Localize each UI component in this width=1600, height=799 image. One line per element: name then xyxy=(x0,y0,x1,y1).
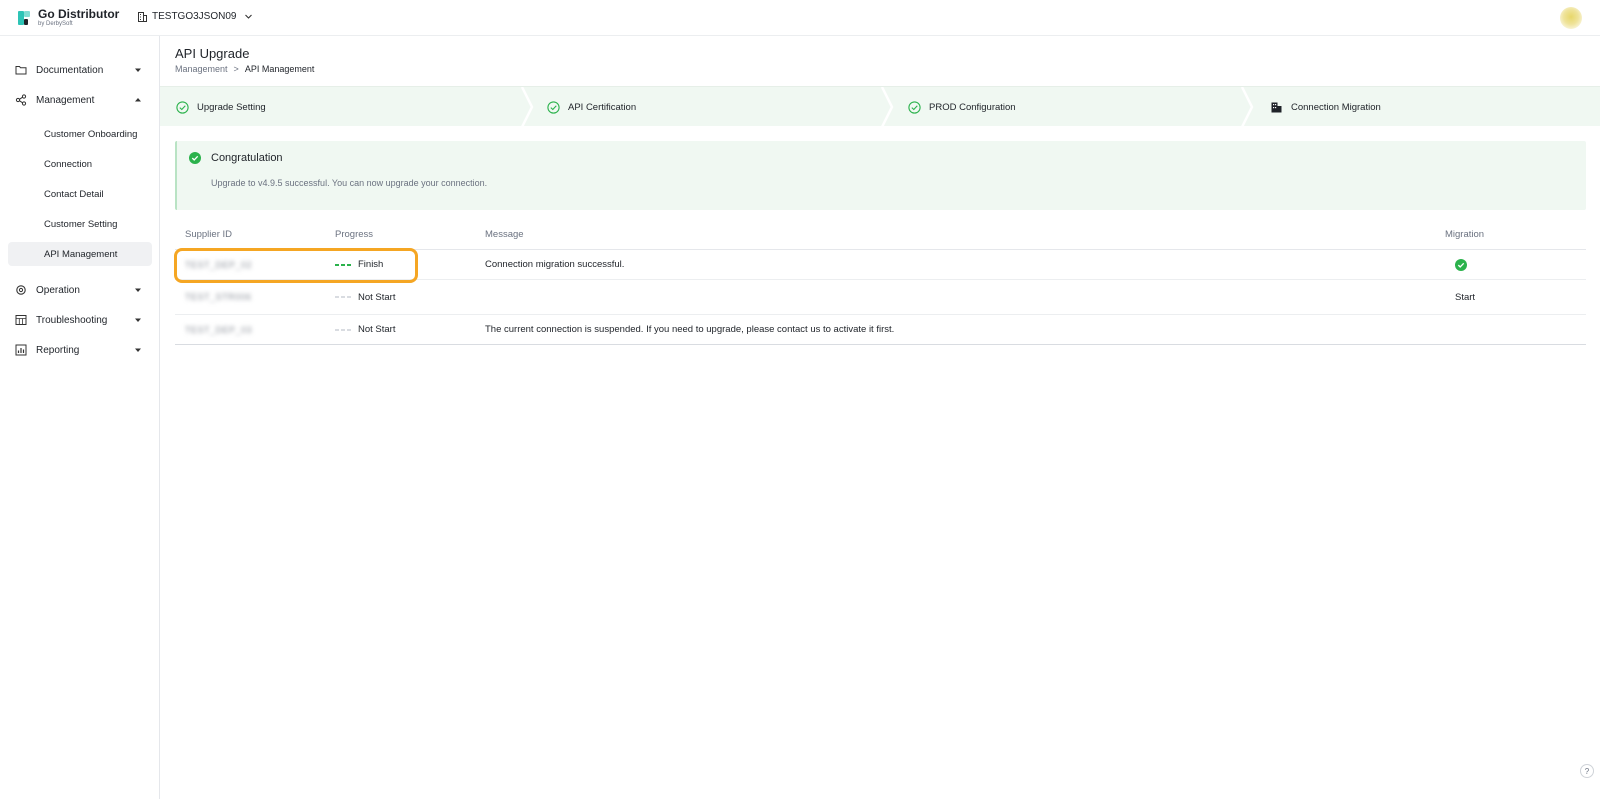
sidebar-item-label: Operation xyxy=(36,284,80,296)
folder-icon xyxy=(15,66,27,75)
check-circle-filled-icon xyxy=(189,152,201,164)
check-circle-icon xyxy=(908,100,921,114)
upgrade-steps: Upgrade Setting API Certification PROD C… xyxy=(160,86,1600,127)
column-header-migration: Migration xyxy=(1445,229,1485,240)
step-label: PROD Configuration xyxy=(929,101,1016,113)
sidebar-item-label: Management xyxy=(36,94,95,106)
breadcrumb: Management > API Management xyxy=(175,64,314,74)
supplier-id-blurred: TEST_STR006 xyxy=(185,292,252,302)
breadcrumb-current: API Management xyxy=(244,64,315,74)
app-name: Go Distributor xyxy=(38,7,120,21)
step-connection-migration[interactable]: Connection Migration xyxy=(1270,87,1381,127)
sidebar-subitem-customer-onboarding[interactable]: Customer Onboarding xyxy=(8,122,152,146)
sidebar-subitem-label: Contact Detail xyxy=(44,188,104,200)
sidebar-subitem-contact-detail[interactable]: Contact Detail xyxy=(8,182,152,206)
sidebar-subitem-connection[interactable]: Connection xyxy=(8,152,152,176)
sidebar-item-reporting[interactable]: Reporting xyxy=(0,336,160,364)
column-header-progress: Progress xyxy=(335,229,374,240)
sidebar-item-management[interactable]: Management xyxy=(0,86,160,114)
caret-down-icon xyxy=(135,348,141,352)
start-migration-button[interactable]: Start xyxy=(1455,292,1475,303)
column-header-supplier-id: Supplier ID xyxy=(185,229,232,240)
table-row: TEST_DEP_03 Not Start The current connec… xyxy=(175,315,1586,345)
help-button[interactable]: ? xyxy=(1580,764,1594,778)
step-api-certification[interactable]: API Certification xyxy=(547,87,636,127)
building-icon xyxy=(138,11,147,22)
highlight-box xyxy=(174,248,418,283)
sidebar-item-troubleshooting[interactable]: Troubleshooting xyxy=(0,306,160,334)
building-icon xyxy=(1271,102,1282,112)
progress-label: Not Start xyxy=(358,291,396,303)
progress-bar xyxy=(335,296,351,298)
step-divider xyxy=(520,87,534,127)
step-divider xyxy=(880,87,894,127)
caret-down-icon xyxy=(135,68,141,72)
caret-down-icon xyxy=(135,288,141,292)
row-message: The current connection is suspended. If … xyxy=(485,324,895,335)
page-title: API Upgrade xyxy=(175,46,250,61)
sidebar-item-operation[interactable]: Operation xyxy=(0,276,160,304)
step-label: Connection Migration xyxy=(1291,101,1381,113)
step-prod-configuration[interactable]: PROD Configuration xyxy=(908,87,1016,127)
sidebar-subitem-label: Connection xyxy=(44,158,93,170)
check-circle-icon xyxy=(547,100,560,114)
column-header-message: Message xyxy=(485,229,524,240)
row-message: Connection migration successful. xyxy=(485,259,625,270)
go-distributor-logo-icon[interactable] xyxy=(18,11,30,25)
app-byline: by DerbySoft xyxy=(38,21,73,27)
sidebar-item-label: Documentation xyxy=(36,64,104,76)
gear-icon xyxy=(16,285,26,295)
tenant-name: TESTGO3JSON09 xyxy=(152,11,237,22)
check-circle-filled-icon xyxy=(1455,258,1467,271)
success-alert: Congratulation Upgrade to v4.9.5 success… xyxy=(175,141,1586,210)
step-label: Upgrade Setting xyxy=(197,101,266,113)
progress-indicator: Not Start xyxy=(335,292,396,303)
check-circle-icon xyxy=(176,100,189,114)
step-label: API Certification xyxy=(568,101,637,113)
caret-down-icon xyxy=(135,318,141,322)
sidebar: Documentation Management Customer Onboar… xyxy=(0,36,160,799)
alert-title: Congratulation xyxy=(211,152,283,164)
top-bar: Go Distributor by DerbySoft TESTGO3JSON0… xyxy=(0,0,1600,36)
report-chart-icon xyxy=(15,344,27,356)
table-row: TEST_STR006 Not Start Start xyxy=(175,280,1586,315)
avatar[interactable] xyxy=(1560,7,1582,29)
sidebar-subitem-label: Customer Onboarding xyxy=(44,128,138,140)
sidebar-item-documentation[interactable]: Documentation xyxy=(0,56,160,84)
calendar-grid-icon xyxy=(15,315,27,325)
sidebar-item-label: Troubleshooting xyxy=(36,314,108,326)
help-circle-icon: ? xyxy=(1584,766,1590,776)
progress-indicator: Not Start xyxy=(335,324,396,335)
sidebar-subitem-api-management[interactable]: API Management xyxy=(8,242,152,266)
tenant-switcher[interactable]: TESTGO3JSON09 xyxy=(138,11,253,22)
sidebar-item-label: Reporting xyxy=(36,344,80,356)
supplier-id-blurred: TEST_DEP_03 xyxy=(185,324,253,335)
sidebar-subitem-customer-setting[interactable]: Customer Setting xyxy=(8,212,152,236)
progress-bar xyxy=(335,328,351,331)
table-header: Supplier ID Progress Message Migration xyxy=(175,226,1586,250)
breadcrumb-parent[interactable]: Management xyxy=(175,64,228,74)
chevron-down-icon xyxy=(245,14,253,19)
step-divider xyxy=(1240,87,1254,127)
sidebar-subitem-label: API Management xyxy=(44,248,118,260)
share-nodes-icon xyxy=(15,94,27,106)
alert-message: Upgrade to v4.9.5 successful. You can no… xyxy=(211,178,488,188)
progress-label: Not Start xyxy=(358,324,396,335)
breadcrumb-separator: > xyxy=(233,64,239,74)
sidebar-subitem-label: Customer Setting xyxy=(44,218,118,230)
caret-up-icon xyxy=(135,98,141,102)
step-upgrade-setting[interactable]: Upgrade Setting xyxy=(176,87,266,127)
